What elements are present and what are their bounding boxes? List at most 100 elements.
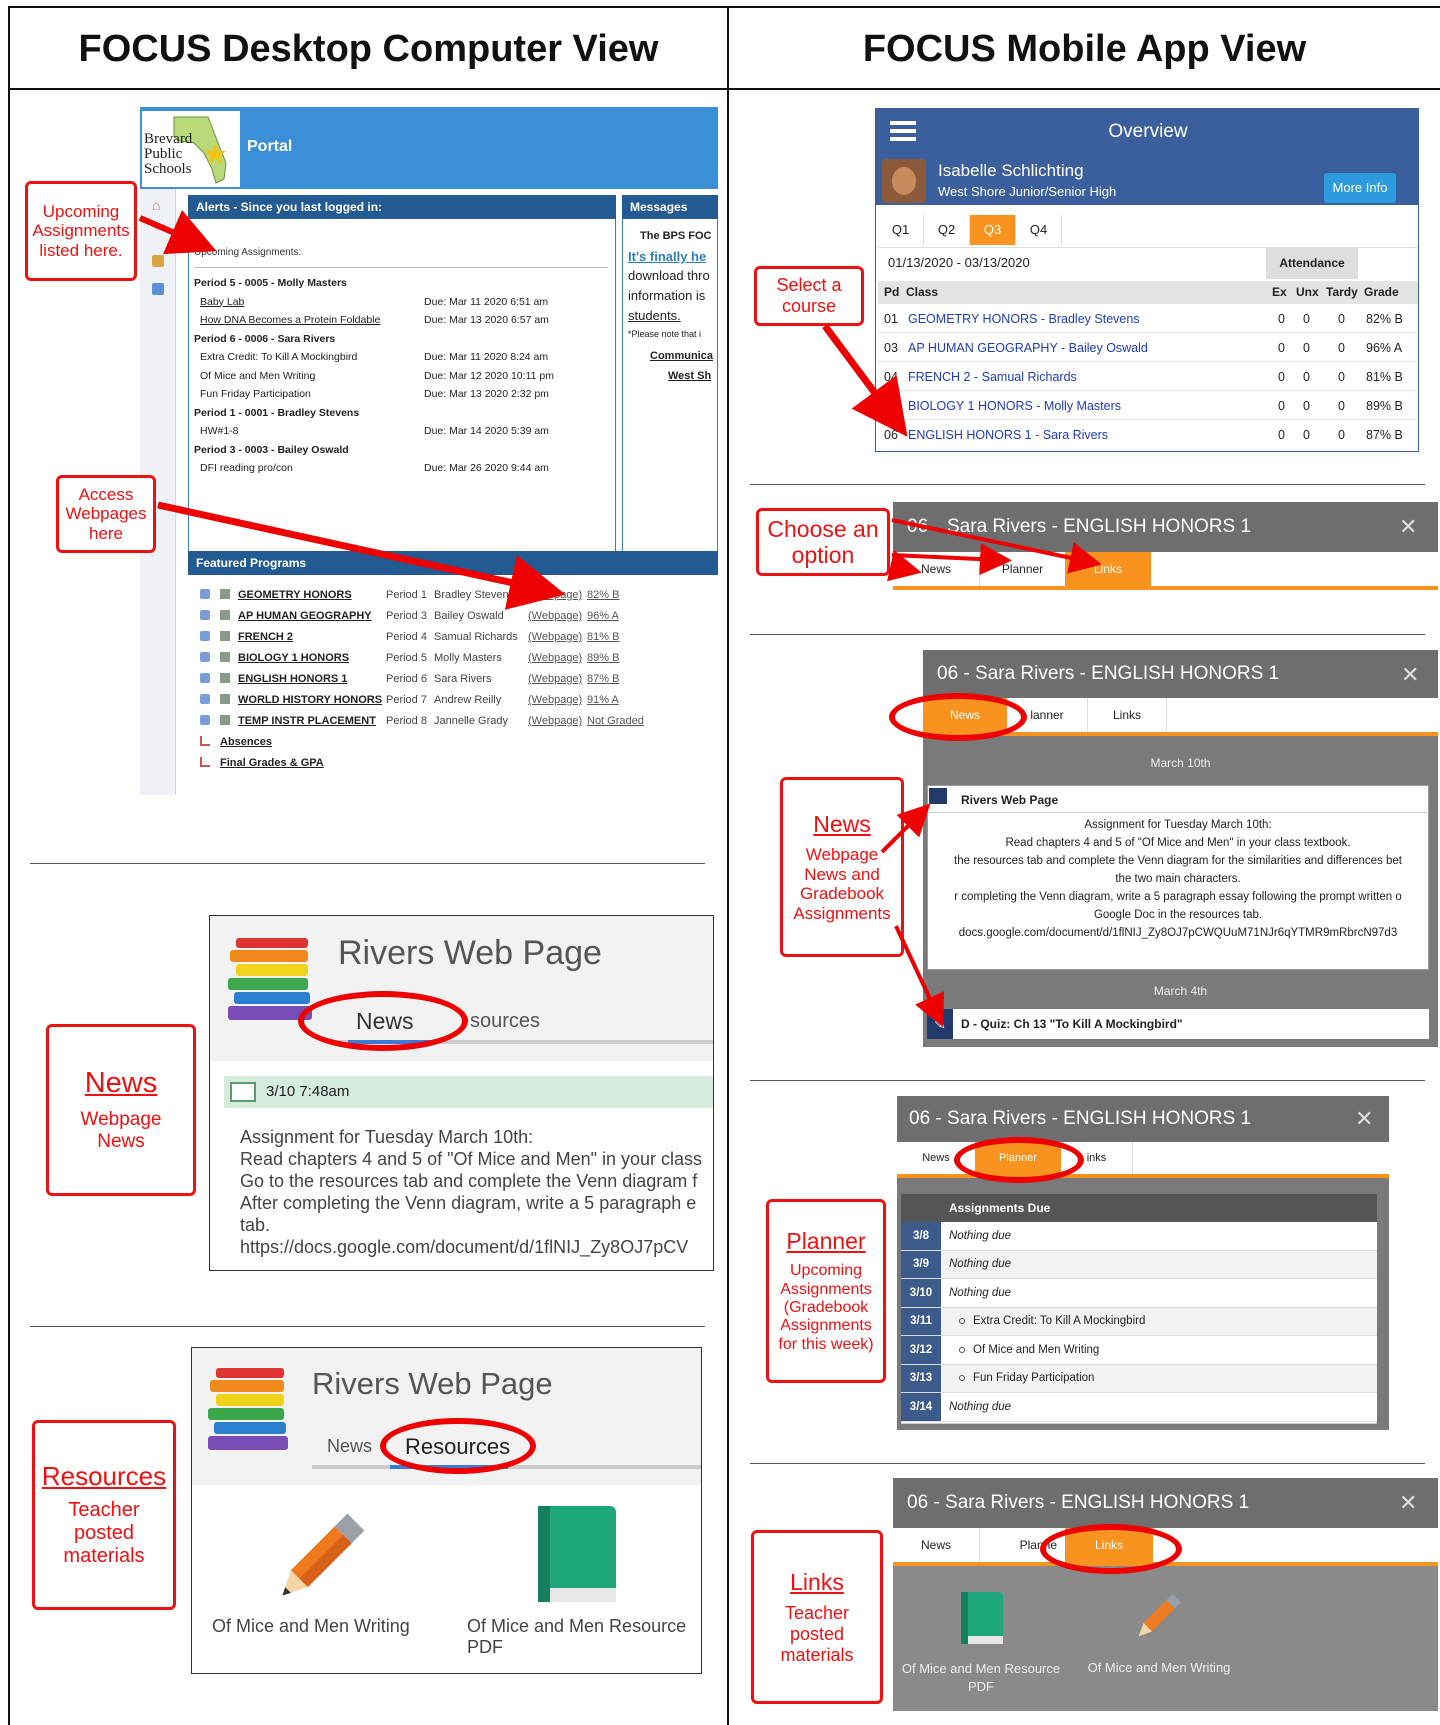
course-name[interactable]: BIOLOGY 1 HONORS (238, 652, 349, 664)
class-row[interactable]: BIOLOGY 1 HONORS - Molly Masters 0 0 0 89% B (878, 390, 1418, 419)
webpage-link[interactable]: (Webpage) (528, 610, 582, 622)
class-link[interactable]: ENGLISH HONORS 1 - Sara Rivers (908, 428, 1108, 442)
assignment-row[interactable]: HW#1-8 Due: Mar 14 2020 5:39 am (194, 423, 608, 442)
course-teacher: Bailey Oswald (434, 610, 504, 622)
grade-link[interactable]: 81% B (587, 631, 619, 643)
pdf-book-icon[interactable] (957, 1590, 1007, 1648)
course-name[interactable]: AP HUMAN GEOGRAPHY (238, 610, 372, 622)
webpage-link[interactable]: (Webpage) (528, 652, 582, 664)
class-link[interactable]: BIOLOGY 1 HONORS - Molly Masters (908, 399, 1121, 413)
tab-news[interactable]: News (893, 552, 979, 586)
news-line: Read chapters 4 and 5 of "Of Mice and Me… (1005, 837, 1351, 849)
pencil-icon[interactable] (262, 1506, 372, 1616)
planner-row[interactable]: 3/13 Fun Friday Participation (901, 1364, 1377, 1393)
assignment-row[interactable]: Of Mice and Men Writing Due: Mar 12 2020 … (194, 368, 608, 387)
tab-links[interactable]: Links (1065, 552, 1151, 586)
extra-link[interactable]: Final Grades & GPA (220, 757, 324, 769)
quarter-tab[interactable]: Q1 (878, 215, 924, 245)
assignment-row[interactable]: How DNA Becomes a Protein Foldable Due: M… (194, 312, 608, 331)
resource-item-2[interactable]: Of Mice and Men Resource PDF (467, 1616, 697, 1658)
grade-link[interactable]: Not Graded (587, 715, 644, 727)
assignment-row[interactable]: Fun Friday Participation Due: Mar 13 2020… (194, 386, 608, 405)
bullet-icon (959, 1346, 965, 1353)
class-ex: 0 (1278, 428, 1285, 442)
planner-row[interactable]: 3/10 Nothing due (901, 1279, 1377, 1308)
user-icon[interactable] (152, 255, 164, 267)
grade-link[interactable]: 91% A (587, 694, 619, 706)
class-row[interactable]: 03 AP HUMAN GEOGRAPHY - Bailey Oswald 0 0 0 9… (878, 332, 1418, 361)
class-row[interactable]: 01 GEOMETRY HONORS - Bradley Stevens 0 0 0 82… (878, 303, 1418, 332)
course-name[interactable]: GEOMETRY HONORS (238, 589, 352, 601)
district-logo[interactable]: Brevard Public Schools (142, 111, 240, 187)
webpage-link[interactable]: (Webpage) (528, 694, 582, 706)
webpage-link[interactable]: (Webpage) (528, 715, 582, 727)
close-icon-2[interactable]: ✕ (1401, 662, 1419, 688)
link-item-1[interactable]: Of Mice and Men Resource PDF (899, 1660, 1063, 1696)
more-info-button[interactable]: More Info (1324, 173, 1396, 203)
course-period: Period 1 (386, 589, 427, 601)
planner-text: Extra Credit: To Kill A Mockingbird (973, 1315, 1146, 1328)
course-name[interactable]: WORLD HISTORY HONORS (238, 694, 382, 706)
quiz-title[interactable]: D - Quiz: Ch 13 "To Kill A Mockingbird" (961, 1017, 1183, 1031)
course-name[interactable]: FRENCH 2 (238, 631, 293, 643)
course-period: Period 8 (386, 715, 427, 727)
close-icon-4[interactable]: ✕ (1399, 1490, 1417, 1516)
msg-line-5[interactable]: students. (628, 308, 681, 323)
home-icon[interactable]: ⌂ (152, 197, 160, 213)
post-line: tab. (240, 1215, 271, 1235)
webpage-link[interactable]: (Webpage) (528, 673, 582, 685)
planner-row[interactable]: 3/12 Of Mice and Men Writing (901, 1336, 1377, 1365)
msg-line-7[interactable]: Communica (650, 350, 713, 362)
quarter-tab[interactable]: Q4 (1016, 215, 1062, 245)
class-grade: 96% A (1366, 341, 1403, 355)
tab-news-4[interactable]: News (893, 1528, 979, 1562)
grade-link[interactable]: 96% A (587, 610, 619, 622)
course-title-2: 06 - Sara Rivers - ENGLISH HONORS 1 (937, 663, 1280, 684)
msg-line-8[interactable]: West Sh (668, 370, 711, 382)
extra-link[interactable]: Absences (220, 736, 272, 748)
planner-row[interactable]: 3/9 Nothing due (901, 1250, 1377, 1279)
course-teacher: Bradley Stevens (434, 589, 515, 601)
class-row[interactable]: 06 ENGLISH HONORS 1 - Sara Rivers 0 0 0 87% B (878, 419, 1418, 448)
class-row[interactable]: 04 FRENCH 2 - Samual Richards 0 0 0 81% B (878, 361, 1418, 390)
course-name[interactable]: ENGLISH HONORS 1 (238, 673, 347, 685)
people-icon[interactable] (152, 283, 164, 295)
tab-links-2[interactable]: Links (1087, 698, 1167, 732)
webpage-resources-screenshot: Rivers Web Page News Resources Of Mice a… (191, 1347, 702, 1674)
msg-line-2[interactable]: It's finally he (628, 249, 706, 264)
tab-resources-desktop[interactable]: sources (470, 1010, 540, 1033)
grade-link[interactable]: 82% B (587, 589, 619, 601)
assignment-row[interactable]: Baby Lab Due: Mar 11 2020 6:51 am (194, 294, 608, 313)
due-date: Due: Mar 26 2020 9:44 am (424, 462, 549, 474)
close-icon-3[interactable]: ✕ (1355, 1106, 1373, 1132)
assignment-row[interactable]: DFI reading pro/con Due: Mar 26 2020 9:44… (194, 460, 608, 479)
quarter-tab[interactable]: Q3 (970, 215, 1016, 245)
writing-pencil-icon[interactable] (1129, 1590, 1185, 1646)
mobile-separator-3 (750, 1080, 1425, 1081)
class-link[interactable]: AP HUMAN GEOGRAPHY - Bailey Oswald (908, 341, 1148, 355)
planner-date: 3/8 (901, 1222, 941, 1250)
planner-date: 3/13 (901, 1364, 941, 1392)
link-item-2[interactable]: Of Mice and Men Writing (1079, 1660, 1239, 1675)
tab-news-desktop-2[interactable]: News (327, 1436, 372, 1457)
planner-row[interactable]: 3/14 Nothing due (901, 1393, 1377, 1422)
planner-highlight (954, 1137, 1084, 1183)
quarter-tab[interactable]: Q2 (924, 215, 970, 245)
grade-link[interactable]: 87% B (587, 673, 619, 685)
tab-planner[interactable]: Planner (979, 552, 1065, 586)
grade-link[interactable]: 89% B (587, 652, 619, 664)
planner-row[interactable]: 3/11 Extra Credit: To Kill A Mockingbird (901, 1307, 1377, 1336)
planner-row[interactable]: 3/8 Nothing due (901, 1222, 1377, 1251)
course-icon (200, 652, 210, 662)
class-link[interactable]: FRENCH 2 - Samual Richards (908, 370, 1077, 384)
course-name[interactable]: TEMP INSTR PLACEMENT (238, 715, 376, 727)
close-icon[interactable]: ✕ (1399, 514, 1417, 540)
book-icon[interactable] (532, 1504, 622, 1610)
webpage-link[interactable]: (Webpage) (528, 631, 582, 643)
resource-item-1[interactable]: Of Mice and Men Writing (212, 1616, 410, 1637)
assignment-row[interactable]: Extra Credit: To Kill A Mockingbird Due: … (194, 349, 608, 368)
due-date: Due: Mar 13 2020 2:32 pm (424, 388, 549, 400)
class-link[interactable]: GEOMETRY HONORS - Bradley Stevens (908, 312, 1140, 326)
webpage-link[interactable]: (Webpage) (528, 589, 582, 601)
course-teacher: Molly Masters (434, 652, 502, 664)
